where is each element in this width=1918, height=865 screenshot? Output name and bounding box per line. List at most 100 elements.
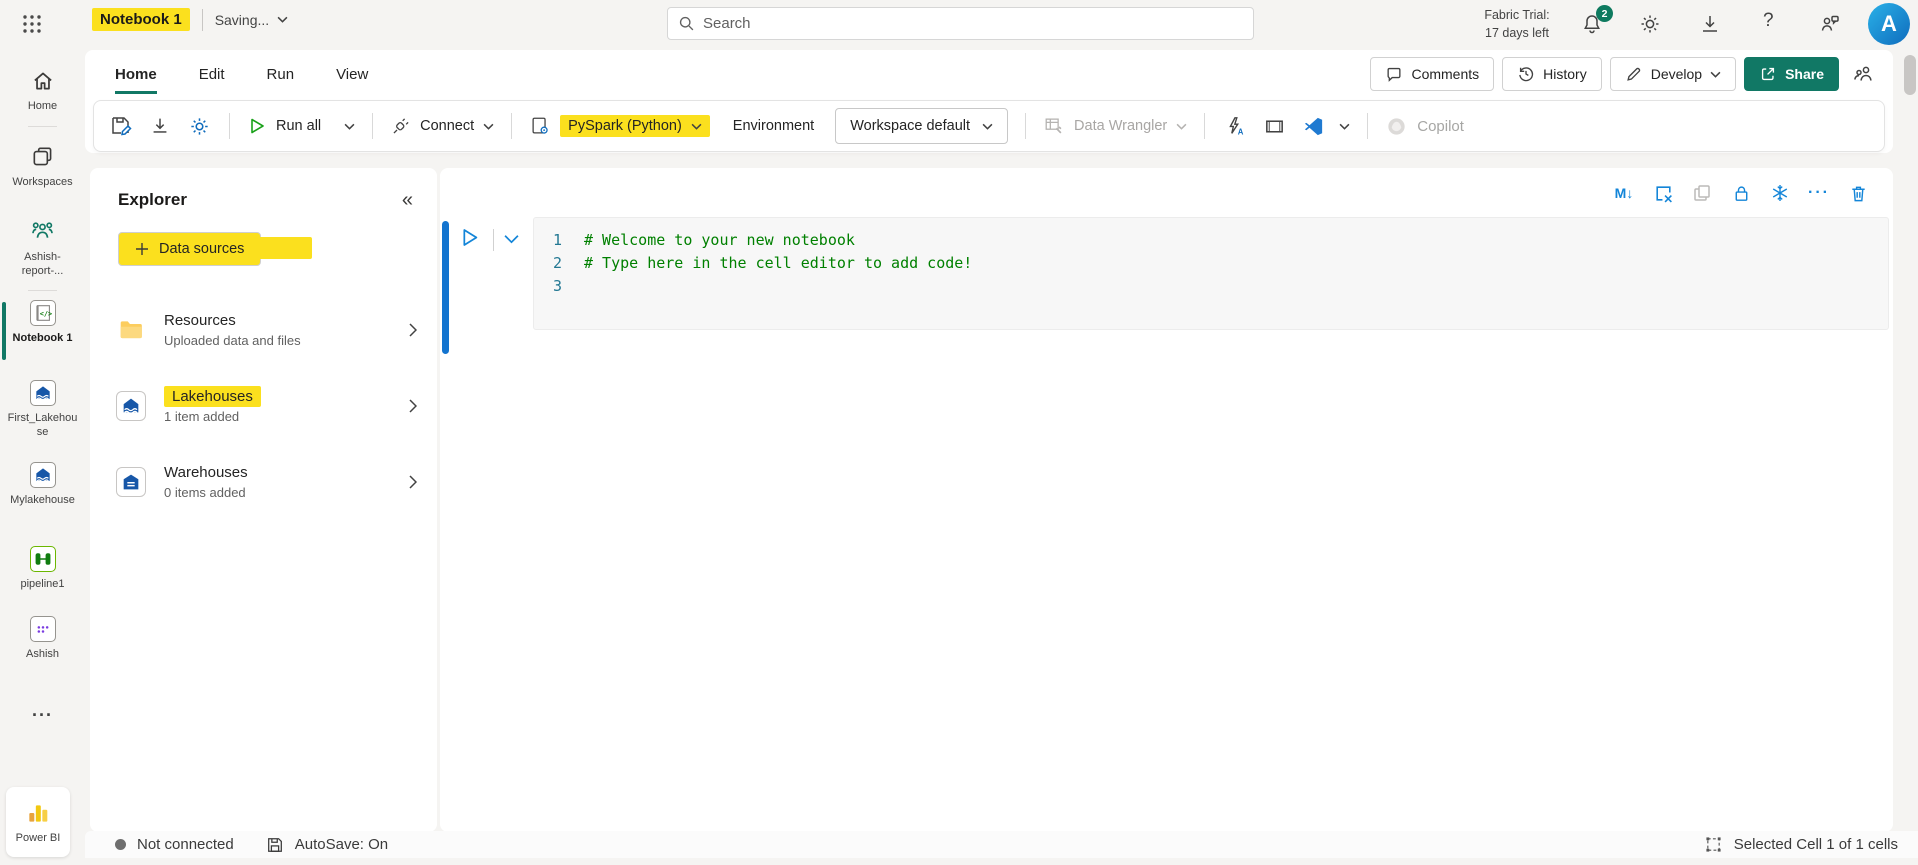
lakehouse-icon — [30, 462, 56, 488]
sidebar-item-label: Notebook 1 — [7, 331, 79, 345]
scrollbar-thumb[interactable] — [1904, 55, 1916, 95]
sidebar-item-home[interactable]: Home — [0, 68, 85, 113]
lightning-format-button[interactable]: A — [1222, 113, 1248, 139]
data-wrangler-label: Data Wrangler — [1074, 118, 1167, 134]
ribbon-right-actions: Comments History Develop Share — [1370, 57, 1879, 91]
plus-icon — [135, 242, 149, 256]
tab-home[interactable]: Home — [115, 66, 157, 94]
comments-label: Comments — [1411, 66, 1479, 82]
sidebar-item-mylakehouse[interactable]: Mylakehouse — [0, 462, 85, 507]
toolbar-divider — [1367, 113, 1368, 139]
chevron-right-icon — [409, 323, 417, 337]
cell-toolbar: M↓ ··· — [1613, 182, 1869, 204]
collapse-panel-icon[interactable]: « — [402, 190, 413, 210]
history-button[interactable]: History — [1502, 57, 1602, 91]
share-icon — [1759, 65, 1777, 83]
help-icon[interactable]: ? — [1763, 10, 1774, 32]
copilot-button[interactable]: Copilot — [1385, 115, 1464, 138]
sidebar-item-label: Workspaces — [7, 175, 79, 189]
save-button[interactable] — [108, 113, 134, 139]
feedback-icon[interactable] — [1818, 12, 1842, 36]
explorer-panel: Explorer « Data sources Resources Upload… — [90, 168, 437, 832]
connect-button[interactable]: Connect — [390, 116, 494, 137]
clear-outputs-button[interactable] — [1652, 182, 1674, 204]
toolbar-divider — [372, 113, 373, 139]
powerbi-label: Power BI — [16, 832, 61, 844]
explorer-item-lakehouses[interactable]: Lakehouses 1 item added — [90, 378, 437, 434]
workspace-selector[interactable]: Workspace default — [835, 108, 1008, 144]
toolbar-divider — [1025, 113, 1026, 139]
data-wrangler-button[interactable]: Data Wrangler — [1043, 115, 1187, 137]
sidebar-item-notebook1[interactable]: </> Notebook 1 — [0, 300, 85, 345]
convert-to-markdown-button[interactable]: M↓ — [1613, 182, 1635, 204]
settings-gear-icon[interactable] — [1638, 12, 1662, 36]
chevron-down-icon — [691, 123, 702, 130]
title-divider — [202, 9, 203, 31]
selection-label: Selected Cell 1 of 1 cells — [1734, 836, 1898, 853]
warehouse-icon — [116, 467, 146, 497]
settings-gear-button[interactable] — [186, 113, 212, 139]
sidebar-item-ashish[interactable]: Ashish — [0, 616, 85, 661]
environment-button[interactable]: Environment — [733, 118, 814, 134]
rail-divider — [28, 290, 57, 291]
export-download-button[interactable] — [147, 113, 173, 139]
explorer-item-warehouses[interactable]: Warehouses 0 items added — [90, 454, 437, 510]
data-wrangler-icon — [1043, 115, 1065, 137]
toolbar-divider — [229, 113, 230, 139]
explorer-item-resources[interactable]: Resources Uploaded data and files — [90, 302, 437, 358]
copy-cell-button[interactable] — [1691, 182, 1713, 204]
search-box[interactable] — [667, 7, 1254, 40]
code-text: # Type here in the cell editor to add co… — [584, 252, 972, 275]
tab-run[interactable]: Run — [267, 66, 295, 94]
tab-edit[interactable]: Edit — [199, 66, 225, 94]
connection-status: Not connected — [115, 836, 234, 853]
sidebar-item-ashish-report[interactable]: Ashish-report-... — [0, 218, 85, 279]
more-cell-actions-button[interactable]: ··· — [1808, 184, 1830, 202]
lock-cell-button[interactable] — [1730, 182, 1752, 204]
sidebar-item-first-lakehouse[interactable]: First_Lakehouse — [0, 380, 85, 440]
delete-cell-button[interactable] — [1847, 182, 1869, 204]
share-button[interactable]: Share — [1744, 57, 1839, 91]
save-status[interactable]: Saving... — [215, 12, 288, 28]
powerbi-switcher[interactable]: Power BI — [6, 787, 70, 857]
run-all-play-icon — [247, 116, 267, 136]
chevron-down-icon — [1176, 123, 1187, 130]
resources-description: Uploaded data and files — [164, 333, 301, 348]
frame-button[interactable] — [1261, 113, 1287, 139]
connect-plug-icon — [390, 116, 411, 137]
develop-button[interactable]: Develop — [1610, 57, 1736, 91]
add-data-sources-button[interactable]: Data sources — [118, 232, 261, 266]
cell-chevron-down-icon[interactable] — [504, 234, 519, 244]
comments-button[interactable]: Comments — [1370, 57, 1494, 91]
user-avatar[interactable]: A — [1868, 3, 1910, 45]
selection-status: Selected Cell 1 of 1 cells — [1705, 836, 1898, 853]
freeze-cell-button[interactable] — [1769, 182, 1791, 204]
tab-view[interactable]: View — [336, 66, 368, 94]
autosave-status[interactable]: AutoSave: On — [266, 836, 388, 854]
language-highlight: PySpark (Python) — [560, 115, 710, 137]
search-icon — [678, 15, 695, 32]
connection-label: Not connected — [137, 836, 234, 853]
trial-status: Fabric Trial: 17 days left — [1474, 7, 1560, 42]
page-title[interactable]: Notebook 1 — [92, 8, 190, 31]
vscode-button[interactable] — [1300, 113, 1326, 139]
workspaces-icon — [30, 144, 56, 170]
left-navigation-rail: Home Workspaces Ashish-report-... </> No… — [0, 48, 85, 865]
chevron-down-icon[interactable] — [1339, 123, 1350, 130]
run-cell-button[interactable] — [458, 226, 481, 249]
sidebar-item-workspaces[interactable]: Workspaces — [0, 144, 85, 189]
download-icon[interactable] — [1698, 12, 1722, 36]
code-editor[interactable]: 1 # Welcome to your new notebook 2 # Typ… — [533, 217, 1889, 330]
app-launcher-icon[interactable] — [22, 14, 42, 34]
audience-button[interactable] — [1847, 57, 1879, 91]
selection-icon — [1705, 836, 1722, 853]
sidebar-item-label: pipeline1 — [7, 577, 79, 591]
sidebar-item-pipeline1[interactable]: pipeline1 — [0, 546, 85, 591]
sidebar-more-button[interactable]: ... — [0, 700, 85, 721]
run-all-button[interactable]: Run all — [247, 116, 355, 136]
language-selector[interactable]: PySpark (Python) — [529, 115, 710, 137]
search-input[interactable] — [703, 15, 1243, 32]
workspace-group-icon — [29, 218, 56, 245]
sidebar-item-label: Home — [7, 99, 79, 113]
notebook-canvas: M↓ ··· — [440, 168, 1893, 832]
